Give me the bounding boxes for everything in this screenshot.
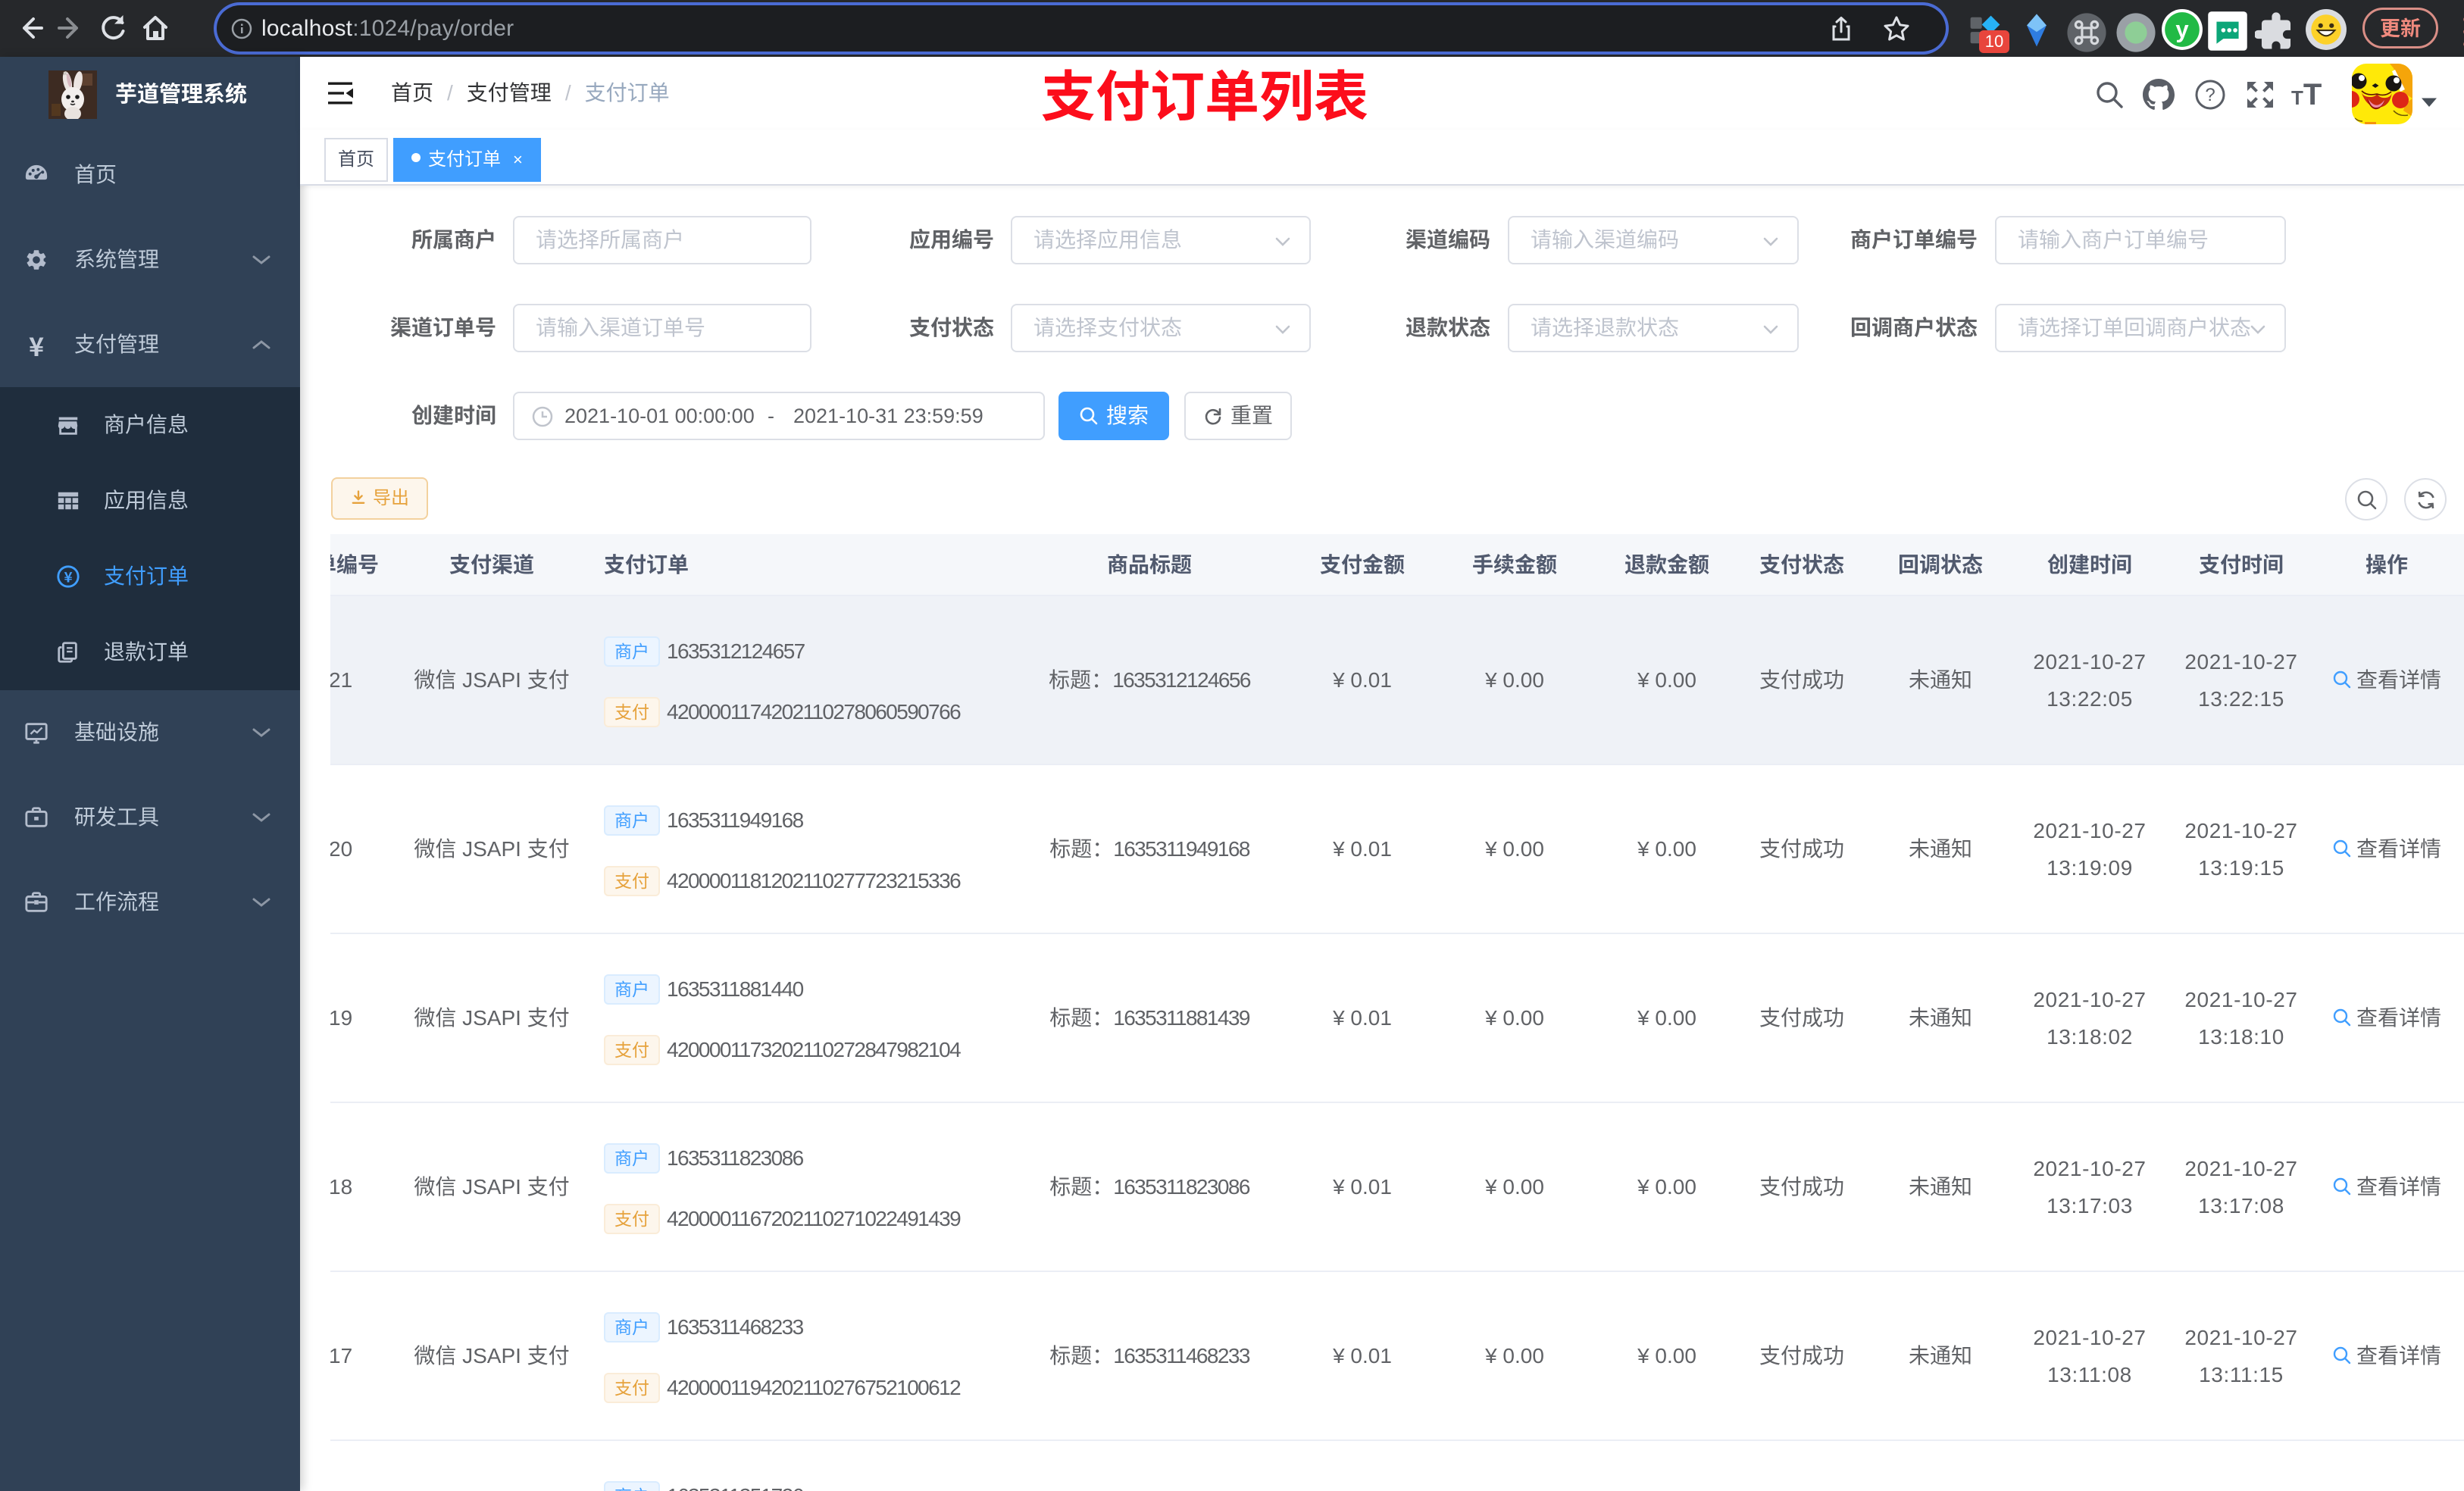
svg-text:y: y [2175,16,2189,42]
svg-text:¥: ¥ [64,567,72,587]
svg-text:?: ? [2205,85,2215,105]
